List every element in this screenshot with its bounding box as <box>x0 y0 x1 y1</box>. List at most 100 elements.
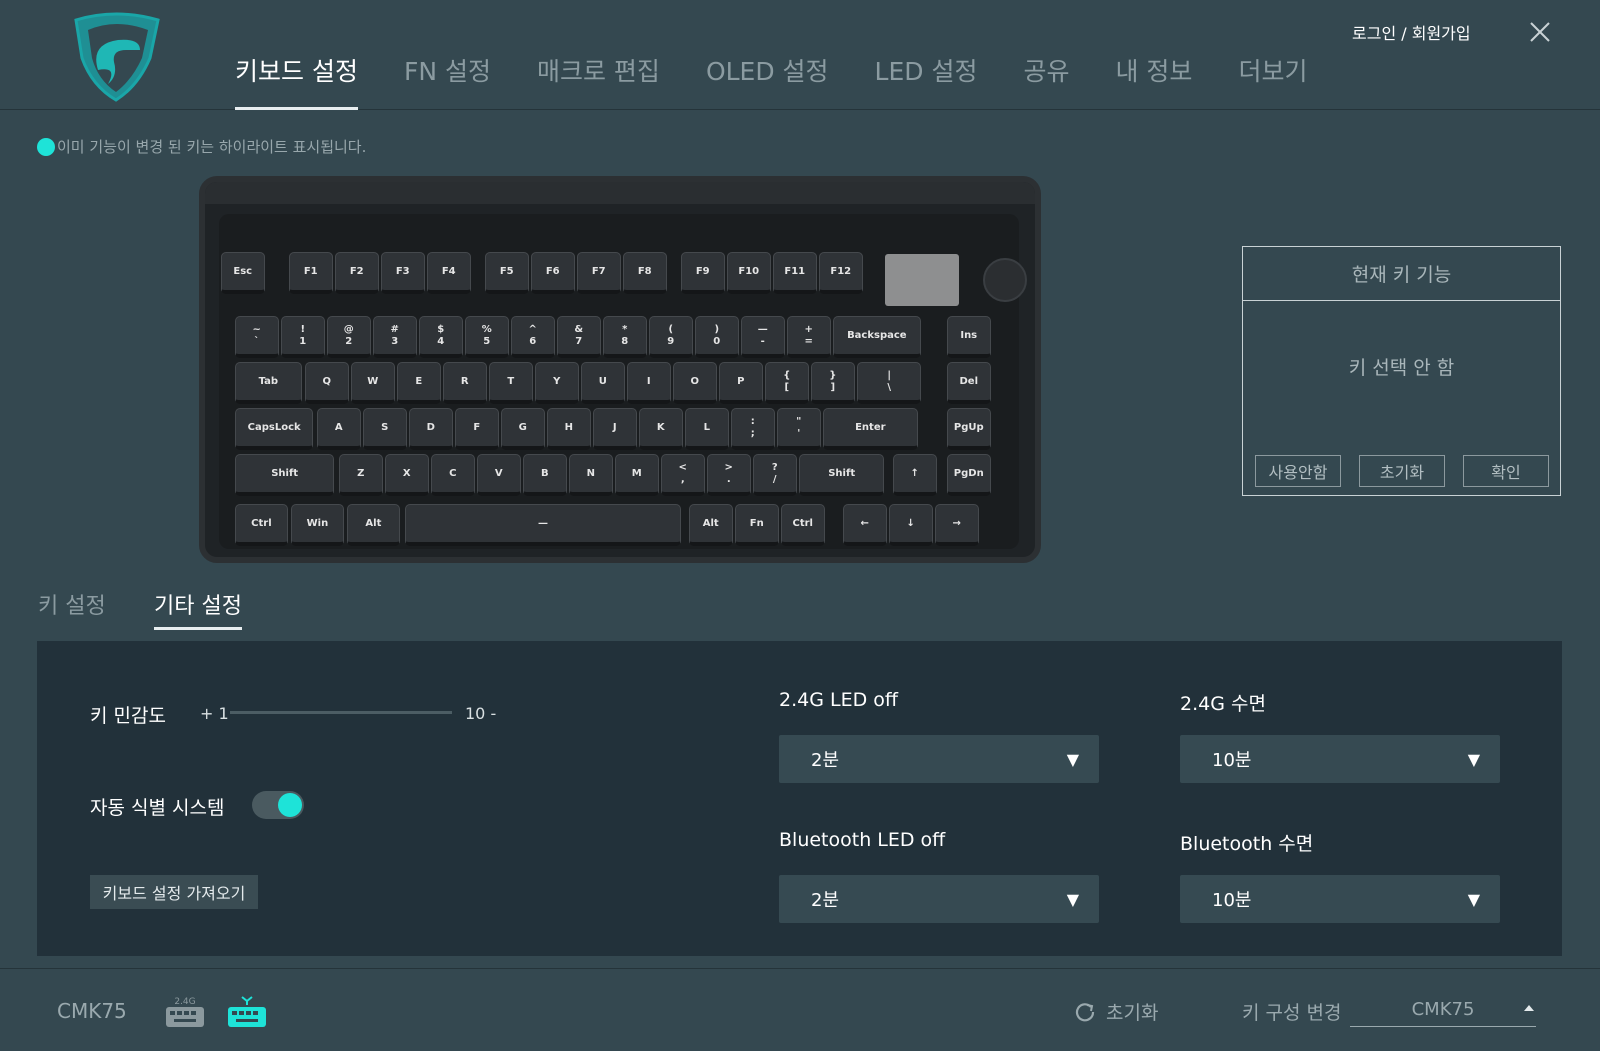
import-keyboard-settings-button[interactable]: 키보드 설정 가져오기 <box>90 875 258 909</box>
key[interactable]: ↑ <box>893 454 937 496</box>
disable-button[interactable]: 사용안함 <box>1255 455 1341 487</box>
confirm-button[interactable]: 확인 <box>1463 455 1549 487</box>
key[interactable]: Alt <box>347 504 400 546</box>
tab-fn-settings[interactable]: FN 설정 <box>404 52 491 110</box>
key[interactable]: V <box>477 454 521 496</box>
login-link[interactable]: 로그인 / 회원가입 <box>1352 20 1471 44</box>
tab-oled-settings[interactable]: OLED 설정 <box>706 52 829 110</box>
key[interactable]: I <box>627 362 671 404</box>
key[interactable]: @ 2 <box>327 316 371 358</box>
oled-screen[interactable] <box>885 254 959 306</box>
key[interactable]: — - <box>741 316 785 358</box>
key[interactable]: F5 <box>485 252 529 294</box>
key[interactable]: Shift <box>235 454 335 496</box>
key[interactable]: O <box>673 362 717 404</box>
key[interactable]: E <box>397 362 441 404</box>
sensitivity-slider[interactable] <box>230 711 452 714</box>
key[interactable]: F4 <box>427 252 471 294</box>
key[interactable]: F1 <box>289 252 333 294</box>
key[interactable]: F11 <box>773 252 817 294</box>
key[interactable]: T <box>489 362 533 404</box>
key[interactable]: Enter <box>823 408 918 450</box>
key[interactable]: R <box>443 362 487 404</box>
key[interactable]: ↓ <box>889 504 933 546</box>
key[interactable]: S <box>363 408 407 450</box>
key[interactable]: > . <box>707 454 751 496</box>
key[interactable]: ? / <box>753 454 797 496</box>
key[interactable]: Del <box>947 362 991 404</box>
key[interactable]: ( 9 <box>649 316 693 358</box>
key[interactable]: F8 <box>623 252 667 294</box>
key[interactable]: F3 <box>381 252 425 294</box>
key[interactable]: Z <box>339 454 383 496</box>
key[interactable]: Backspace <box>833 316 921 358</box>
tab-share[interactable]: 공유 <box>1023 52 1069 110</box>
key[interactable]: Fn <box>735 504 779 546</box>
tab-my-info[interactable]: 내 정보 <box>1115 52 1192 110</box>
key[interactable]: J <box>593 408 637 450</box>
key[interactable]: K <box>639 408 683 450</box>
tab-other-settings[interactable]: 기타 설정 <box>154 588 242 630</box>
tab-macro-edit[interactable]: 매크로 편집 <box>537 52 660 110</box>
sleep-bt-dropdown[interactable]: 10분 ▼ <box>1180 875 1500 923</box>
wireless-24g-keyboard-icon[interactable]: 2.4G <box>164 995 206 1029</box>
key[interactable]: F2 <box>335 252 379 294</box>
key[interactable]: L <box>685 408 729 450</box>
key-layout-select[interactable]: CMK75 <box>1350 993 1536 1027</box>
key[interactable]: < , <box>661 454 705 496</box>
key[interactable]: Ins <box>947 316 991 358</box>
key[interactable]: ) 0 <box>695 316 739 358</box>
tab-key-settings[interactable]: 키 설정 <box>38 588 106 630</box>
key[interactable]: Y <box>535 362 579 404</box>
led-bt-dropdown[interactable]: 2분 ▼ <box>779 875 1099 923</box>
key[interactable]: X <box>385 454 429 496</box>
key[interactable]: Ctrl <box>235 504 288 546</box>
key[interactable]: | \ <box>857 362 922 404</box>
key[interactable]: : ; <box>731 408 775 450</box>
key[interactable]: N <box>569 454 613 496</box>
key[interactable]: " ' <box>777 408 821 450</box>
key[interactable]: Esc <box>221 252 265 294</box>
key[interactable]: D <box>409 408 453 450</box>
key[interactable]: Q <box>305 362 349 404</box>
key[interactable]: U <box>581 362 625 404</box>
key[interactable]: — <box>405 504 681 546</box>
key[interactable]: ! 1 <box>281 316 325 358</box>
led-24g-dropdown[interactable]: 2분 ▼ <box>779 735 1099 783</box>
sleep-24g-dropdown[interactable]: 10분 ▼ <box>1180 735 1500 783</box>
key[interactable]: B <box>523 454 567 496</box>
bluetooth-keyboard-icon[interactable] <box>226 995 268 1029</box>
tab-more[interactable]: 더보기 <box>1238 52 1307 110</box>
key[interactable]: } ] <box>811 362 855 404</box>
key[interactable]: Win <box>291 504 344 546</box>
key[interactable]: & 7 <box>557 316 601 358</box>
key[interactable]: M <box>615 454 659 496</box>
tab-keyboard-settings[interactable]: 키보드 설정 <box>235 52 358 110</box>
key[interactable]: H <box>547 408 591 450</box>
key[interactable]: ^ 6 <box>511 316 555 358</box>
key[interactable]: Alt <box>689 504 733 546</box>
key[interactable]: # 3 <box>373 316 417 358</box>
key[interactable]: F7 <box>577 252 621 294</box>
key[interactable]: { [ <box>765 362 809 404</box>
key[interactable]: Tab <box>235 362 302 404</box>
key[interactable]: $ 4 <box>419 316 463 358</box>
key[interactable]: P <box>719 362 763 404</box>
close-icon[interactable] <box>1526 18 1554 46</box>
key[interactable]: * 8 <box>603 316 647 358</box>
key[interactable]: F10 <box>727 252 771 294</box>
key[interactable]: F9 <box>681 252 725 294</box>
key[interactable]: F12 <box>819 252 863 294</box>
reset-all-button[interactable]: 초기화 <box>1074 998 1158 1025</box>
key[interactable]: ← <box>843 504 887 546</box>
key[interactable]: Ctrl <box>781 504 825 546</box>
key[interactable]: Shift <box>799 454 885 496</box>
volume-knob[interactable] <box>983 258 1027 302</box>
tab-led-settings[interactable]: LED 설정 <box>875 52 978 110</box>
key[interactable]: C <box>431 454 475 496</box>
key[interactable]: G <box>501 408 545 450</box>
key[interactable]: + = <box>787 316 831 358</box>
key[interactable]: % 5 <box>465 316 509 358</box>
auto-detect-toggle[interactable] <box>252 791 304 819</box>
key[interactable]: W <box>351 362 395 404</box>
